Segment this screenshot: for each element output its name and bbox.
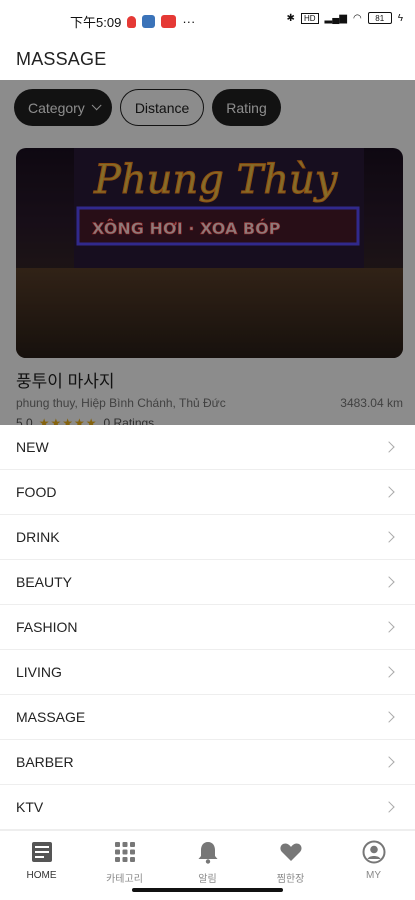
category-sheet: NEW FOOD DRINK BEAUTY FASHION LIVING MAS… bbox=[0, 425, 415, 830]
profile-icon bbox=[362, 840, 385, 864]
battery-level: 81 bbox=[375, 13, 385, 23]
category-item-label: FASHION bbox=[16, 619, 78, 635]
wifi-icon: ◠ bbox=[352, 12, 362, 24]
signal-icon: ▂▄▆ bbox=[324, 12, 347, 24]
tab-my-label: MY bbox=[366, 870, 381, 881]
category-item-massage[interactable]: MASSAGE bbox=[0, 695, 415, 740]
hd-icon: HD bbox=[300, 12, 319, 24]
home-indicator[interactable] bbox=[132, 888, 283, 892]
category-item-label: KTV bbox=[16, 799, 44, 815]
tab-my[interactable]: MY bbox=[332, 831, 415, 900]
category-item-barber[interactable]: BARBER bbox=[0, 740, 415, 785]
tab-home-label: HOME bbox=[26, 870, 57, 881]
category-item-ktv[interactable]: KTV bbox=[0, 785, 415, 830]
flame-icon bbox=[127, 15, 137, 28]
chevron-right-icon bbox=[383, 666, 395, 678]
category-item-label: NEW bbox=[16, 439, 49, 455]
category-item-label: LIVING bbox=[16, 664, 62, 680]
status-time: 下午5:09 bbox=[70, 15, 122, 30]
category-item-living[interactable]: LIVING bbox=[0, 650, 415, 695]
category-item-beauty[interactable]: BEAUTY bbox=[0, 560, 415, 605]
chevron-right-icon bbox=[383, 756, 395, 768]
category-item-label: BEAUTY bbox=[16, 574, 73, 590]
category-item-label: MASSAGE bbox=[16, 709, 86, 725]
more-dots: ··· bbox=[182, 14, 196, 29]
chevron-right-icon bbox=[383, 486, 395, 498]
heart-icon bbox=[279, 843, 302, 861]
category-item-label: DRINK bbox=[16, 529, 60, 545]
charging-icon: ϟ bbox=[397, 12, 403, 24]
chevron-right-icon bbox=[383, 441, 395, 453]
home-icon bbox=[31, 842, 52, 862]
category-item-food[interactable]: FOOD bbox=[0, 470, 415, 515]
bell-icon bbox=[198, 842, 217, 864]
category-item-fashion[interactable]: FASHION bbox=[0, 605, 415, 650]
category-item-drink[interactable]: DRINK bbox=[0, 515, 415, 560]
status-left: 下午5:09 ··· bbox=[70, 12, 195, 31]
page-title: MASSAGE bbox=[16, 49, 107, 69]
grid-icon bbox=[114, 842, 135, 862]
app-bar: MASSAGE bbox=[0, 40, 415, 80]
chevron-right-icon bbox=[383, 531, 395, 543]
tab-category-label: 카테고리 bbox=[106, 874, 143, 885]
tab-wishlist-label: 찜한장 bbox=[276, 874, 305, 885]
chevron-right-icon bbox=[383, 621, 395, 633]
category-item-new[interactable]: NEW bbox=[0, 425, 415, 470]
chevron-right-icon bbox=[383, 801, 395, 813]
mail-app-icon bbox=[161, 15, 177, 28]
chevron-right-icon bbox=[383, 711, 395, 723]
send-app-icon bbox=[142, 15, 156, 28]
status-right: ✱ HD ▂▄▆ ◠ 81 ϟ bbox=[287, 12, 403, 24]
status-bar: 下午5:09 ··· ✱ HD ▂▄▆ ◠ 81 ϟ bbox=[0, 0, 415, 40]
category-item-label: FOOD bbox=[16, 484, 57, 500]
chevron-right-icon bbox=[383, 576, 395, 588]
battery-icon: 81 bbox=[367, 12, 392, 24]
tab-home[interactable]: HOME bbox=[0, 831, 83, 900]
bluetooth-icon: ✱ bbox=[286, 12, 295, 24]
tab-alarm-label: 알림 bbox=[198, 874, 217, 885]
category-item-label: BARBER bbox=[16, 754, 74, 770]
modal-backdrop[interactable] bbox=[0, 80, 415, 425]
